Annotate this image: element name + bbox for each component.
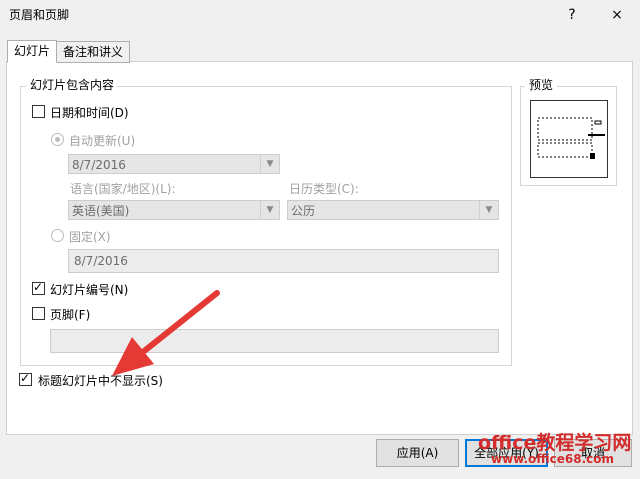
annotation-arrow-icon xyxy=(112,290,220,376)
watermark-url: www.office68.com xyxy=(491,452,615,466)
watermark-title: office教程学习网 xyxy=(478,432,632,454)
